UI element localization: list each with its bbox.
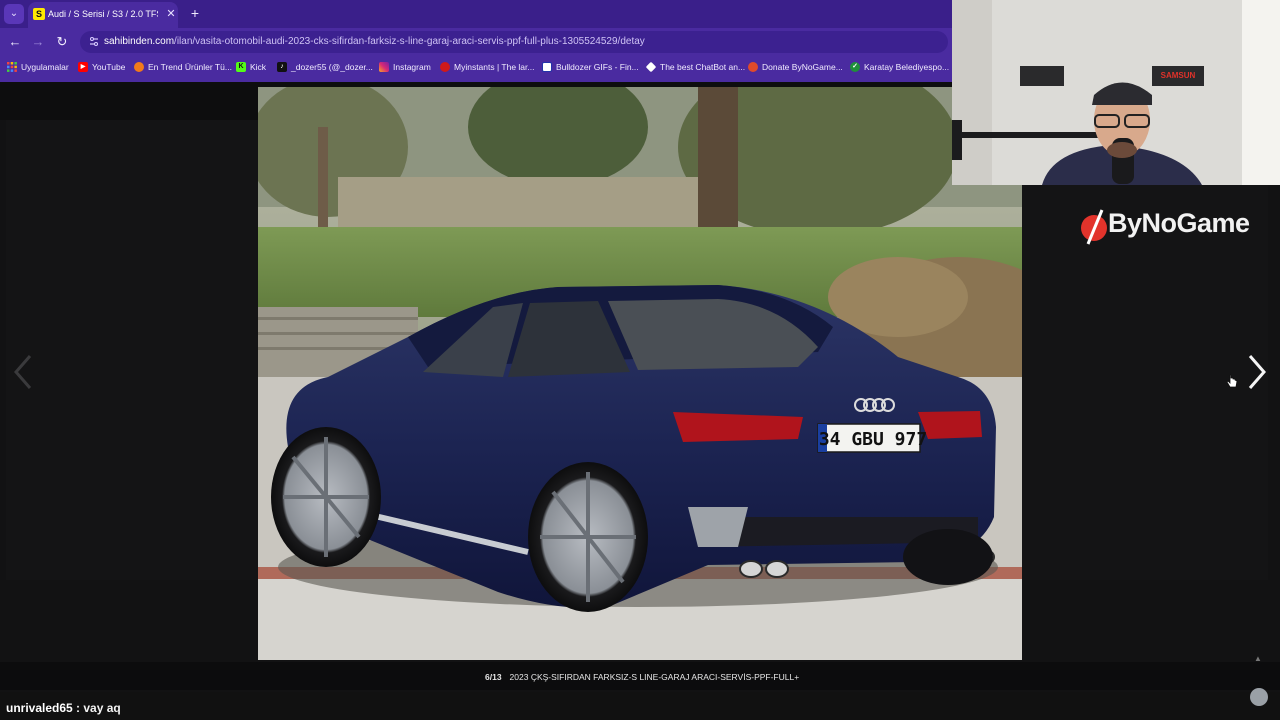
bookmark-myinstants[interactable]: Myinstants | The lar...: [440, 59, 534, 75]
bynogame-logo: ByNoGame: [1070, 200, 1260, 252]
chat-username: unrivaled65: [6, 701, 73, 715]
bookmark-giphy[interactable]: Bulldozer GIFs - Fin...: [542, 59, 639, 75]
bookmark-label: Bulldozer GIFs - Fin...: [556, 62, 639, 72]
bookmark-label: YouTube: [92, 62, 126, 72]
bookmark-label: Instagram: [393, 62, 431, 72]
bookmark-label: Donate ByNoGame...: [762, 62, 843, 72]
next-photo-button[interactable]: [1244, 350, 1272, 394]
chevron-right-icon: [1248, 355, 1266, 389]
bookmark-apps[interactable]: Uygulamalar: [7, 59, 69, 75]
forward-arrow-icon[interactable]: →: [29, 33, 47, 51]
reload-icon[interactable]: ↻: [53, 33, 71, 51]
chat-message: unrivaled65 : vay aq: [6, 701, 121, 715]
bookmark-karatay[interactable]: ✓ Karatay Belediyespo...: [850, 59, 949, 75]
trendyol-icon: [134, 62, 144, 72]
photo-caption-text: 2023 ÇKŞ-SIFIRDAN FARKSIZ-S LINE-GARAJ A…: [509, 672, 800, 682]
grid-icon: [7, 62, 17, 72]
bookmark-chatbot[interactable]: The best ChatBot an...: [645, 59, 746, 75]
license-plate-text: 34 GBU 977: [819, 429, 927, 450]
previous-photo-button[interactable]: [10, 350, 38, 394]
tab-search-icon[interactable]: ⌄: [4, 4, 24, 24]
bookmark-label: Uygulamalar: [21, 62, 69, 72]
scroll-up-icon[interactable]: ▲: [1254, 654, 1264, 664]
url-path: /ilan/vasita-otomobil-audi-2023-cks-sifi…: [174, 36, 645, 47]
address-bar[interactable]: sahibinden.com/ilan/vasita-otomobil-audi…: [80, 31, 948, 53]
tab-title: Audi / S Serisi / S3 / 2.0 TFSI Q...: [48, 9, 158, 19]
active-tab[interactable]: S Audi / S Serisi / S3 / 2.0 TFSI Q... ✕: [28, 2, 178, 28]
bookmark-label: Kick: [250, 62, 267, 72]
bookmark-label: _dozer55 (@_dozer...: [291, 62, 373, 72]
bookmark-label: En Trend Ürünler Tü...: [148, 62, 232, 72]
tiktok-icon: ♪: [277, 62, 287, 72]
close-tab-icon[interactable]: ✕: [164, 6, 178, 22]
bynogame-icon: [748, 62, 758, 72]
webcam-overlay: SAMSUN: [952, 0, 1280, 185]
bookmark-bynogame[interactable]: Donate ByNoGame...: [748, 59, 843, 75]
photo-caption: 6/13 2023 ÇKŞ-SIFIRDAN FARKSIZ-S LINE-GAR…: [485, 672, 799, 682]
bookmark-youtube[interactable]: ▶ YouTube: [78, 59, 125, 75]
sahibinden-favicon-icon: S: [33, 8, 45, 20]
giphy-icon: [542, 62, 552, 72]
browser-toolbar: ← → ↻ sahibinden.com/ilan/vasita-otomobi…: [0, 28, 952, 56]
chat-message-text: : vay aq: [72, 701, 121, 715]
screen: ⌄ S Audi / S Serisi / S3 / 2.0 TFSI Q...…: [0, 0, 1280, 720]
streamer-webcam-image: SAMSUN: [952, 0, 1280, 185]
bookmark-trendyol[interactable]: En Trend Ürünler Tü...: [134, 59, 232, 75]
bookmark-label: Karatay Belediyespo...: [864, 62, 950, 72]
tab-strip: ⌄ S Audi / S Serisi / S3 / 2.0 TFSI Q...…: [0, 0, 952, 28]
bynogame-logo-icon: [1081, 209, 1107, 245]
kick-icon: K: [236, 62, 246, 72]
hand-cursor-icon: [1226, 374, 1238, 388]
stream-chat-bar: [0, 692, 1280, 720]
bynogame-logo-text: ByNoGame: [1108, 208, 1250, 238]
site-settings-icon[interactable]: [88, 36, 100, 48]
listing-photo[interactable]: 34 GBU 977: [258, 87, 1022, 660]
back-arrow-icon[interactable]: ←: [6, 33, 24, 51]
avatar: [1250, 688, 1268, 706]
bookmarks-bar: Uygulamalar ▶ YouTube En Trend Ürünler T…: [0, 57, 952, 77]
photo-index: 6/13: [485, 672, 502, 682]
myinstants-icon: [440, 62, 450, 72]
bookmark-label: Myinstants | The lar...: [454, 62, 535, 72]
chevron-left-icon: [14, 355, 32, 389]
car-photo-image: 34 GBU 977: [258, 87, 1022, 660]
url-host: sahibinden.com: [104, 36, 175, 47]
check-icon: ✓: [850, 62, 860, 72]
browser-window-chrome: ⌄ S Audi / S Serisi / S3 / 2.0 TFSI Q...…: [0, 0, 952, 82]
new-tab-button[interactable]: +: [186, 4, 204, 22]
youtube-icon: ▶: [78, 62, 88, 72]
bookmark-label: The best ChatBot an...: [660, 62, 746, 72]
chatbot-icon: [645, 61, 657, 73]
url-text: sahibinden.com/ilan/vasita-otomobil-audi…: [104, 36, 645, 47]
bookmark-tiktok[interactable]: ♪ _dozer55 (@_dozer...: [277, 59, 373, 75]
bookmark-kick[interactable]: K Kick: [236, 59, 266, 75]
bookmark-instagram[interactable]: Instagram: [379, 59, 431, 75]
webcam-sign-text: SAMSUN: [1161, 71, 1196, 80]
instagram-icon: [379, 62, 389, 72]
